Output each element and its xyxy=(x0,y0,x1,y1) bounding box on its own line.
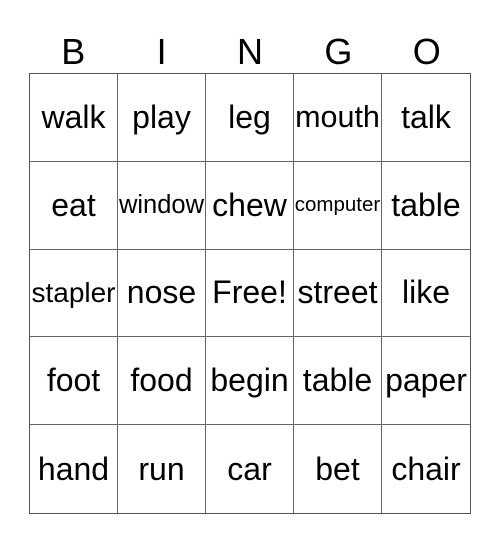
bingo-cell-word: chew xyxy=(212,186,287,223)
bingo-cell[interactable]: bet xyxy=(294,425,382,513)
bingo-cell-word: like xyxy=(401,274,450,311)
bingo-cell[interactable]: food xyxy=(118,337,206,426)
bingo-cell-word: eat xyxy=(51,186,96,223)
bingo-cell-word: leg xyxy=(228,98,271,135)
bingo-cell-word: chair xyxy=(391,450,461,487)
bingo-cell-word: talk xyxy=(401,98,451,135)
bingo-cell[interactable]: run xyxy=(118,425,206,513)
bingo-cell[interactable]: like xyxy=(382,250,470,338)
bingo-cell[interactable]: window xyxy=(118,161,206,250)
bingo-cell-word: nose xyxy=(126,274,197,311)
header-letter-i: I xyxy=(156,31,167,72)
bingo-cell-free[interactable]: Free! xyxy=(206,249,294,338)
bingo-cell[interactable]: hand xyxy=(30,425,118,513)
bingo-cell[interactable]: computer xyxy=(294,161,382,250)
header-letter-g: G xyxy=(324,31,353,72)
bingo-cell[interactable]: paper xyxy=(382,337,470,426)
bingo-cell[interactable]: begin xyxy=(206,337,294,426)
bingo-cell[interactable]: car xyxy=(206,425,294,513)
bingo-cell[interactable]: foot xyxy=(30,337,118,426)
bingo-cell-word: paper xyxy=(385,362,467,399)
bingo-cell[interactable]: nose xyxy=(118,249,206,338)
header-letter-o: O xyxy=(412,31,441,72)
bingo-cell[interactable]: chair xyxy=(382,425,470,513)
bingo-cell-word: mouth xyxy=(295,99,380,134)
bingo-cell[interactable]: leg xyxy=(206,74,294,162)
bingo-cell-word: table xyxy=(302,362,373,399)
bingo-cell-word: foot xyxy=(46,362,101,399)
header-letter-b: B xyxy=(61,31,86,72)
bingo-cell-word: bet xyxy=(315,450,360,487)
bingo-cell[interactable]: walk xyxy=(30,74,118,162)
bingo-cell-word: Free! xyxy=(212,274,287,311)
bingo-cell[interactable]: stapler xyxy=(30,249,118,338)
bingo-cell-word: street xyxy=(297,274,378,311)
bingo-cell-word: table xyxy=(391,186,461,223)
bingo-cell-word: walk xyxy=(41,98,106,135)
bingo-cell-word: computer xyxy=(294,193,381,217)
bingo-cell[interactable]: talk xyxy=(382,74,470,162)
bingo-cell[interactable]: street xyxy=(294,249,382,338)
bingo-header: B I N G O xyxy=(29,30,471,73)
bingo-cell-word: window xyxy=(118,190,205,219)
bingo-cell-word: begin xyxy=(210,362,289,399)
bingo-cell[interactable]: play xyxy=(118,74,206,162)
bingo-cell-word: food xyxy=(130,362,193,399)
bingo-card-grid: walk play leg mouth talk eat window chew compute… xyxy=(29,73,471,514)
header-letter-n: N xyxy=(236,31,263,72)
bingo-cell[interactable]: table xyxy=(382,162,470,250)
bingo-cell[interactable]: chew xyxy=(206,161,294,250)
bingo-cell-word: car xyxy=(227,450,272,487)
bingo-cell[interactable]: eat xyxy=(30,161,118,250)
bingo-cell[interactable]: table xyxy=(294,337,382,426)
bingo-cell-word: stapler xyxy=(31,276,116,308)
bingo-cell[interactable]: mouth xyxy=(294,74,382,162)
bingo-cell-word: play xyxy=(132,98,191,135)
bingo-cell-word: run xyxy=(138,450,185,487)
bingo-cell-word: hand xyxy=(37,450,110,487)
